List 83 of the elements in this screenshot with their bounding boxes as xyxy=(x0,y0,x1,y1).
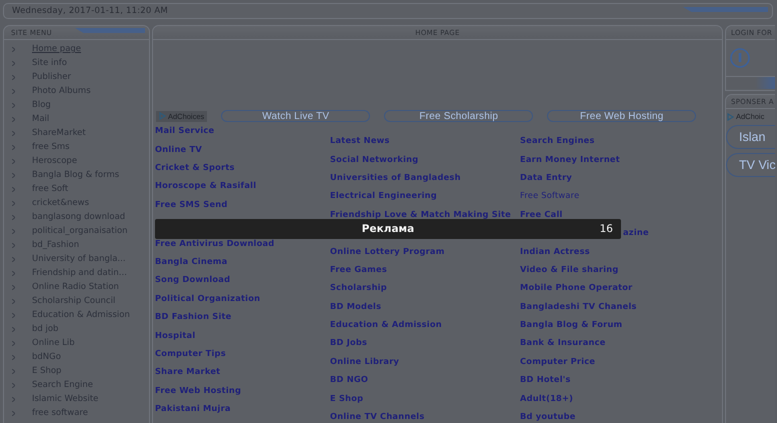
ad-label: Реклама xyxy=(362,223,414,235)
chevron-icon xyxy=(12,312,15,318)
chevron-icon xyxy=(12,326,15,332)
link[interactable]: Bd youtube xyxy=(520,411,576,422)
chevron-icon xyxy=(12,130,15,136)
pill-link[interactable]: Watch Live TV xyxy=(221,110,370,122)
link[interactable]: Horoscope & Rasifall xyxy=(155,180,256,190)
link[interactable]: Friendship Love & Match Making Site xyxy=(330,208,511,219)
chevron-icon xyxy=(12,410,15,416)
link[interactable]: Political Organization xyxy=(155,292,260,303)
link[interactable]: Online Lottery Program xyxy=(330,246,445,256)
link[interactable]: Mail Service xyxy=(155,125,214,136)
chevron-icon xyxy=(12,214,15,220)
link[interactable]: Adult(18+) xyxy=(520,392,574,403)
countdown-text: 16 xyxy=(600,223,613,235)
link[interactable]: Free SMS Send xyxy=(155,198,228,209)
chevron-icon xyxy=(12,256,15,262)
ad-button[interactable]: Islan xyxy=(726,125,775,149)
link[interactable]: Free Antivirus Download xyxy=(155,238,274,248)
link[interactable]: Social Networking xyxy=(330,154,418,164)
link[interactable]: BD NGO xyxy=(330,374,368,384)
link[interactable]: Share Market xyxy=(155,366,220,376)
link[interactable]: BD Hotel's xyxy=(520,374,571,384)
link[interactable]: azine xyxy=(623,227,649,238)
play-triangle-icon xyxy=(727,112,734,120)
chevron-icon xyxy=(12,368,15,374)
link[interactable]: BD Jobs xyxy=(330,337,368,348)
link[interactable]: Song Download xyxy=(155,274,230,284)
chevron-icon xyxy=(12,396,15,402)
link[interactable]: Computer Tips xyxy=(155,348,226,358)
link[interactable]: Free Call xyxy=(520,208,563,219)
power-icon[interactable] xyxy=(730,48,750,68)
link[interactable]: Electrical Engineering xyxy=(330,190,437,200)
link[interactable]: Earn Money Internet xyxy=(520,154,620,164)
chevron-icon xyxy=(12,200,15,206)
link[interactable]: E Shop xyxy=(330,392,364,403)
chevron-icon xyxy=(12,242,15,248)
link[interactable]: Indian Actress xyxy=(520,246,590,256)
chevron-icon xyxy=(12,158,15,164)
chevron-icon xyxy=(12,88,15,94)
link[interactable]: Free Web Hosting xyxy=(155,384,242,395)
link[interactable]: Computer Price xyxy=(520,356,596,366)
chevron-icon xyxy=(12,284,15,290)
link[interactable]: Online TV Channels xyxy=(330,411,424,422)
chevron-icon xyxy=(12,228,15,234)
link[interactable]: Bank & Insurance xyxy=(520,337,606,348)
ad-button[interactable]: TV Vic xyxy=(726,153,775,177)
play-triangle-icon xyxy=(159,112,166,120)
link[interactable]: Online Library xyxy=(330,356,400,366)
pill-link[interactable]: Free Scholarship xyxy=(384,110,534,122)
link[interactable]: Free Games xyxy=(330,264,387,274)
chevron-icon xyxy=(12,298,15,304)
chevron-icon xyxy=(12,144,15,150)
link[interactable]: Data Entry xyxy=(520,172,572,182)
chevron-icon xyxy=(12,354,15,360)
link[interactable]: Universities of Bangladesh xyxy=(330,172,461,182)
chevron-icon xyxy=(12,172,15,178)
chevron-icon xyxy=(12,116,15,122)
chevron-icon xyxy=(12,102,15,108)
link[interactable]: Latest News xyxy=(330,135,390,146)
chevron-icon xyxy=(12,382,15,388)
link[interactable]: Bangladeshi TV Chanels xyxy=(520,300,637,311)
link[interactable]: Pakistani Mujra xyxy=(155,403,231,414)
link[interactable]: Mobile Phone Operator xyxy=(520,282,632,292)
link[interactable]: Bangla Blog & Forum xyxy=(520,319,622,330)
chevron-icon xyxy=(12,60,15,66)
link[interactable]: Hospital xyxy=(155,330,196,340)
chevron-icon xyxy=(12,186,15,192)
chevron-icon xyxy=(12,46,15,52)
link[interactable]: Bangla Cinema xyxy=(155,256,228,266)
chevron-icon xyxy=(12,270,15,276)
link[interactable]: Free Software xyxy=(520,190,580,200)
link[interactable]: Search Engines xyxy=(520,135,595,146)
chevron-icon xyxy=(12,340,15,346)
link[interactable]: Scholarship xyxy=(330,282,387,292)
link[interactable]: BD Fashion Site xyxy=(155,311,232,322)
chevron-icon xyxy=(12,74,15,80)
pill-link[interactable]: Free Web Hosting xyxy=(547,110,696,122)
link[interactable]: Cricket & Sports xyxy=(155,162,235,172)
link[interactable]: Video & File sharing xyxy=(520,264,618,274)
link[interactable]: Education & Admission xyxy=(330,319,442,330)
link[interactable]: BD Models xyxy=(330,300,382,311)
link[interactable]: Online TV xyxy=(155,144,202,154)
